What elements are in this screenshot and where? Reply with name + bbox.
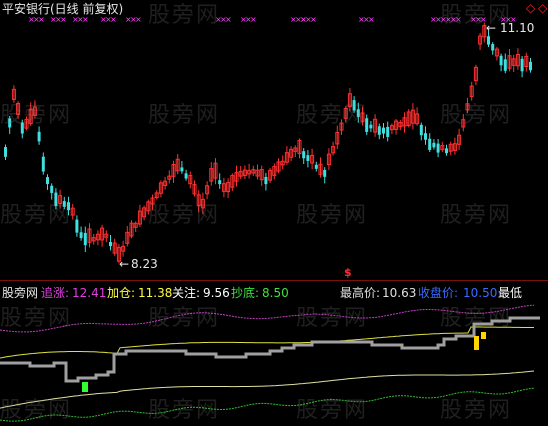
candle-body-down <box>264 176 268 185</box>
price-low-arrow: ← <box>119 257 130 271</box>
chart-canvas[interactable]: ××× ××× ××× ××× ××× ××× ××× ×××××× ××× ×××××× ××× ×… <box>0 0 548 426</box>
candle-body-down <box>369 124 373 129</box>
indicator-high-price-label: 最高价: <box>340 286 381 300</box>
candle-body-down <box>109 241 112 247</box>
sell-signal-block <box>481 332 486 339</box>
candle-body-down <box>445 148 448 154</box>
candle-body-down <box>180 167 184 172</box>
candle-body-down <box>8 118 12 128</box>
candle-body-down <box>377 126 381 135</box>
candle-body-down <box>41 156 45 172</box>
lower-dotted-line <box>0 387 535 422</box>
buy-signal-block <box>82 382 88 392</box>
price-high-arrow: ← <box>486 21 497 35</box>
candle-body-down <box>491 44 495 51</box>
signal-x-marker: × <box>110 15 117 24</box>
candle-body-down <box>184 173 188 179</box>
candle-body-down <box>419 124 423 136</box>
candle-body-down <box>520 58 524 72</box>
indicator-guanzhu-value: 9.56 <box>203 286 230 300</box>
signal-x-marker: × <box>135 15 142 24</box>
stock-chart-window: × × × × × × × × × × × × × × × × × × × × × × × × × × × × × × × × × × × × × × × ×… <box>0 0 548 426</box>
candle-body-down <box>67 202 70 211</box>
candle-body-down <box>54 192 58 207</box>
indicator-guanzhu-label: 关注: <box>172 286 201 300</box>
diamond-icon[interactable]: ◇ <box>526 1 535 15</box>
candle-body-down <box>499 55 503 66</box>
signal-x-marker: × <box>455 15 462 24</box>
indicator-chaodi-value: 8.50 <box>262 286 289 300</box>
candle-body-down <box>83 232 87 246</box>
candle-body-down <box>365 118 369 132</box>
candle-body-down <box>75 219 79 233</box>
candle-body-down <box>314 164 318 169</box>
candle-body-down <box>352 100 356 111</box>
candle-body-down <box>432 142 436 148</box>
indicator-source-label: 股旁网 <box>2 286 39 300</box>
candle-body-down <box>218 180 222 185</box>
candle-body-down <box>50 185 54 193</box>
candle-body-down <box>436 143 440 153</box>
candle-body-down <box>46 177 49 185</box>
candle-body-down <box>382 127 385 134</box>
candle-body-down <box>428 138 432 150</box>
candle-body-down <box>424 133 427 140</box>
signal-x-marker: × <box>310 15 317 24</box>
signal-x-marker: × <box>225 15 232 24</box>
price-high-label: 11.10 <box>500 21 535 35</box>
indicator-zhuizhang-label: 追涨: <box>41 286 70 300</box>
signal-x-marker: × <box>38 15 45 24</box>
candle-body-down <box>503 59 507 71</box>
signal-x-marker: × <box>368 15 375 24</box>
indicator-close-price-value: 10.50 <box>463 286 498 300</box>
indicator-jiacang-label: 加仓: <box>107 286 136 300</box>
upper-dotted-line <box>0 304 535 333</box>
step-line <box>0 316 540 383</box>
candle-body-down <box>62 201 66 207</box>
indicator-chaodi-label: 抄底: <box>231 286 260 300</box>
candle-body-down <box>4 147 7 157</box>
candle-body-down <box>386 126 390 137</box>
diamond-icon[interactable]: ◇ <box>538 1 547 15</box>
candle-body-down <box>487 36 490 45</box>
chart-title: 平安银行(日线 前复权) <box>2 2 124 16</box>
indicator-close-price-label: 收盘价: <box>418 286 459 300</box>
indicator-zhuizhang-value: 12.41 <box>72 286 107 300</box>
indicator-low-price-label: 最低 <box>498 286 523 300</box>
signal-x-marker: × <box>250 15 257 24</box>
signal-x-marker: × <box>60 15 67 24</box>
indicator-high-price-value: 10.63 <box>382 286 417 300</box>
candle-body-down <box>323 169 327 177</box>
candle-body-down <box>356 109 360 117</box>
signal-marker: $ <box>344 266 352 279</box>
sell-signal-block <box>474 336 479 350</box>
indicator-jiacang-value: 11.38 <box>138 286 173 300</box>
candle-body-down <box>37 131 41 142</box>
signal-x-marker: × <box>82 15 89 24</box>
candle-body-down <box>302 151 306 159</box>
panel-divider <box>0 280 548 281</box>
candle-body-down <box>79 232 83 239</box>
candle-body-down <box>20 122 24 134</box>
candle-body-down <box>306 155 310 161</box>
candle-body-down <box>529 61 532 71</box>
price-low-label: 8.23 <box>131 257 158 271</box>
